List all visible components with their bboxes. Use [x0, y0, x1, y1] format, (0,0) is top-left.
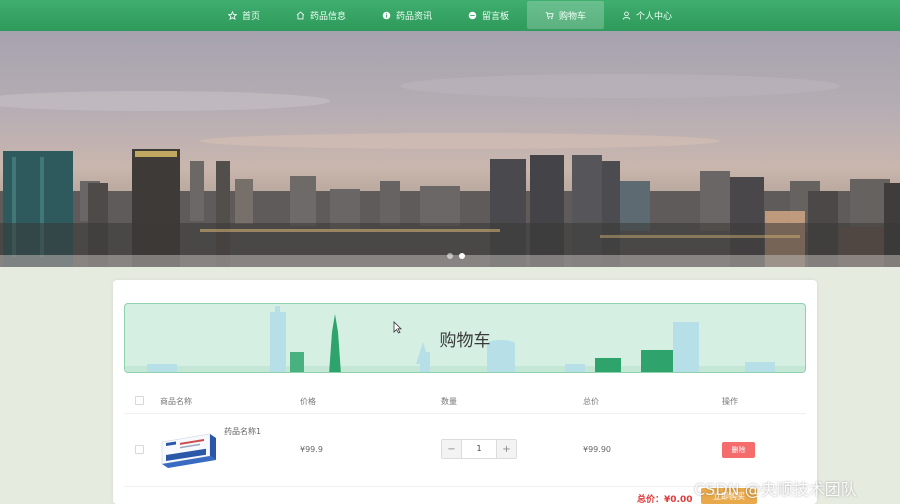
delete-button[interactable]: 删除: [722, 442, 755, 458]
top-nav: 首页 药品信息 药品资讯 留言板 购物车 个人中心: [0, 0, 900, 31]
nav-drug-info[interactable]: 药品信息: [278, 0, 364, 31]
info-circle-icon: [382, 11, 391, 20]
banner-carousel: [0, 31, 900, 267]
increase-quantity-button[interactable]: +: [497, 440, 516, 458]
quantity-stepper: − 1 +: [441, 439, 517, 459]
column-header-actions: 操作: [722, 397, 738, 406]
home-icon: [296, 11, 305, 20]
cart-title-banner: 购物车: [124, 303, 806, 373]
nav-drug-news[interactable]: 药品资讯: [364, 0, 450, 31]
product-price: ¥99.9: [300, 445, 323, 454]
decrease-quantity-button[interactable]: −: [442, 440, 461, 458]
cart-card: 购物车 商品名称 价格 数量 总价 操作 药品名称1 ¥99.9 − 1 + ¥…: [113, 280, 817, 504]
table-header: 商品名称 价格 数量 总价 操作: [124, 388, 806, 414]
cart-icon: [545, 11, 554, 19]
star-icon: [227, 11, 237, 20]
column-header-quantity: 数量: [441, 397, 457, 406]
select-all-checkbox[interactable]: [135, 396, 144, 405]
nav-drug-news-label: 药品资讯: [395, 12, 432, 22]
nav-personal-center[interactable]: 个人中心: [604, 0, 690, 31]
city-skyline-image: [0, 74, 900, 267]
column-header-total: 总价: [583, 397, 599, 406]
total-value: ¥0.00: [664, 495, 693, 504]
nav-message-board[interactable]: 留言板: [450, 0, 527, 31]
medicine-box-image[interactable]: [160, 432, 218, 470]
cart-page-title: 购物车: [439, 331, 491, 351]
watermark: CSDN @央顺技术团队: [694, 480, 857, 499]
quantity-input[interactable]: 1: [461, 440, 497, 458]
message-circle-icon: [468, 11, 477, 20]
mouse-cursor-icon: [393, 321, 402, 334]
nav-message-board-label: 留言板: [482, 12, 510, 22]
row-total: ¥99.90: [583, 445, 611, 454]
nav-home-label: 首页: [241, 12, 260, 22]
carousel-dots: [447, 253, 465, 259]
carousel-dot-2[interactable]: [459, 253, 465, 259]
nav-home[interactable]: 首页: [210, 0, 278, 31]
nav-drug-info-label: 药品信息: [309, 12, 346, 22]
carousel-dot-1[interactable]: [447, 253, 453, 259]
nav-cart[interactable]: 购物车: [527, 1, 605, 29]
row-checkbox[interactable]: [135, 445, 144, 454]
total-label: 总价：: [637, 495, 665, 504]
column-header-price: 价格: [300, 397, 316, 406]
column-header-name: 商品名称: [160, 397, 192, 406]
nav-cart-label: 购物车: [559, 11, 587, 22]
nav-personal-center-label: 个人中心: [636, 12, 673, 22]
cart-total: 总价：¥0.00: [637, 492, 692, 504]
user-icon: [622, 11, 631, 20]
product-name[interactable]: 药品名称1: [224, 426, 261, 437]
